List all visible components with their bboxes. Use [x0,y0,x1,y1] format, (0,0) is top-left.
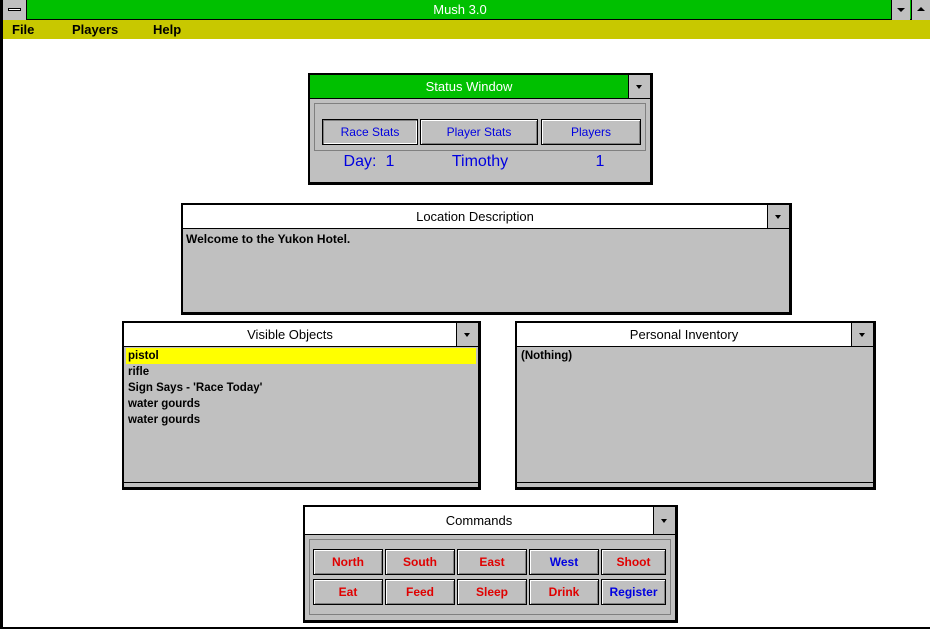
minimize-button[interactable] [891,0,910,20]
day-label: Day: [343,153,377,170]
commands-window: Commands North South East West Shoot Eat… [303,505,678,623]
system-menu-icon [8,8,21,11]
player-name: Timothy [451,153,509,170]
menu-help[interactable]: Help [153,20,181,39]
commands-title: Commands [305,507,675,535]
list-item[interactable]: rifle [126,364,476,380]
drink-button[interactable]: Drink [529,579,599,605]
south-button[interactable]: South [385,549,455,575]
list-item[interactable]: water gourds [126,396,476,412]
location-text: Welcome to the Yukon Hotel. [186,232,351,246]
feed-button[interactable]: Feed [385,579,455,605]
inventory-list: (Nothing) [519,348,871,482]
list-item[interactable]: (Nothing) [519,348,871,364]
status-window: Status Window Race Stats Player Stats Pl… [308,73,653,185]
app-title: Mush 3.0 [433,2,487,17]
eat-button[interactable]: Eat [313,579,383,605]
list-item[interactable]: Sign Says - 'Race Today' [126,380,476,396]
status-window-menu-button[interactable] [628,75,650,99]
tab-players[interactable]: Players [541,119,641,145]
chevron-down-icon [897,8,905,12]
chevron-down-icon [636,85,642,89]
players-count: 1 [595,153,605,170]
location-window-menu-button[interactable] [767,205,789,229]
tab-player-stats[interactable]: Player Stats [420,119,538,145]
location-window-title: Location Description [183,205,789,229]
list-item[interactable]: water gourds [126,412,476,428]
inventory-title: Personal Inventory [517,323,873,347]
tab-race-stats[interactable]: Race Stats [322,119,418,145]
register-button[interactable]: Register [601,579,666,605]
location-window: Location Description Welcome to the Yuko… [181,203,792,315]
west-button[interactable]: West [529,549,599,575]
inventory-window: Personal Inventory (Nothing) [515,321,876,490]
visible-objects-list: pistol rifle Sign Says - 'Race Today' wa… [126,348,476,482]
chevron-down-icon [464,333,470,337]
visible-objects-window: Visible Objects pistol rifle Sign Says -… [122,321,481,490]
menu-file[interactable]: File [12,20,34,39]
visible-objects-title: Visible Objects [124,323,478,347]
visible-objects-menu-button[interactable] [456,323,478,347]
east-button[interactable]: East [457,549,527,575]
horizontal-scrollbar[interactable] [517,482,873,487]
chevron-down-icon [661,519,667,523]
commands-menu-button[interactable] [653,507,675,535]
system-menu-button[interactable] [3,0,27,20]
horizontal-scrollbar[interactable] [124,482,478,487]
chevron-down-icon [859,333,865,337]
status-window-title: Status Window [310,75,650,99]
shoot-button[interactable]: Shoot [601,549,666,575]
app-window: Mush 3.0 File Players Help Status Window… [0,0,930,629]
title-bar: Mush 3.0 [3,0,930,20]
list-item[interactable]: pistol [126,348,476,364]
menu-bar: File Players Help [3,20,930,39]
sleep-button[interactable]: Sleep [457,579,527,605]
chevron-down-icon [775,215,781,219]
chevron-up-icon [917,7,925,11]
north-button[interactable]: North [313,549,383,575]
inventory-menu-button[interactable] [851,323,873,347]
day-value: 1 [385,153,395,170]
maximize-button[interactable] [911,0,930,20]
menu-players[interactable]: Players [72,20,118,39]
